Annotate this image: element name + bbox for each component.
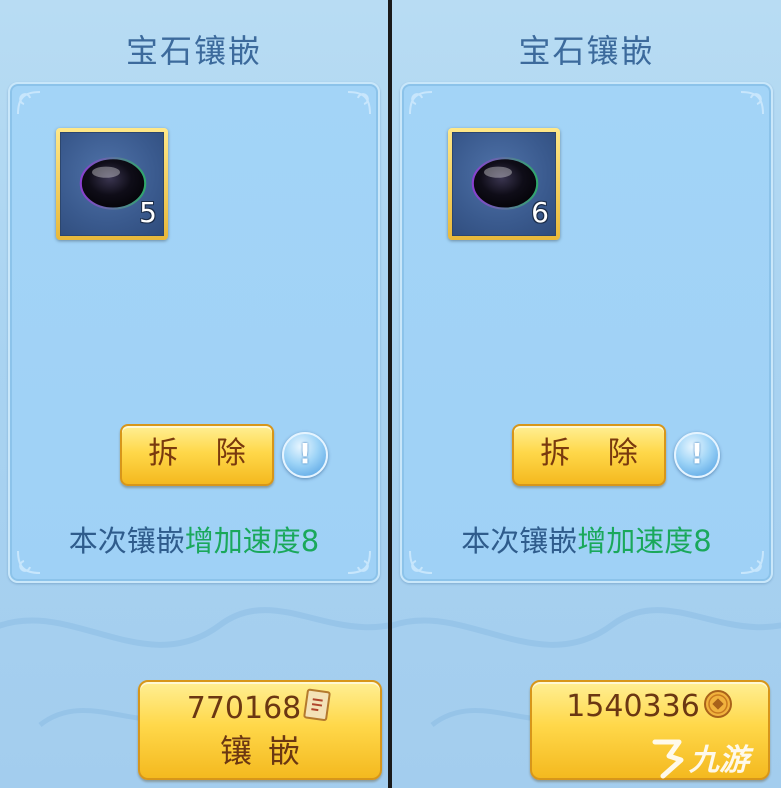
remove-gem-button[interactable]: 拆 除 <box>120 424 274 486</box>
panel-title: 宝石镶嵌 <box>125 32 262 70</box>
corner-ornament-icon <box>347 91 371 115</box>
remove-gem-button[interactable]: 拆 除 <box>512 424 666 486</box>
gem-slot[interactable]: 5 <box>56 128 168 240</box>
inlay-cost: 1540336 <box>532 688 768 724</box>
gem-slot[interactable]: 6 <box>448 128 560 240</box>
effect-prefix: 本次镶嵌 <box>68 524 185 558</box>
effect-prefix: 本次镶嵌 <box>461 524 578 558</box>
jiuyou-logo-icon: 九游 <box>652 739 754 779</box>
info-exclamation-icon[interactable]: ! <box>674 432 720 478</box>
inlay-button-label: 镶嵌 <box>219 732 316 770</box>
corner-ornament-icon <box>17 91 41 115</box>
left-panel: 宝石镶嵌 5 拆 除 ! 本次镶嵌增加速度8 770168 镶嵌 <box>0 0 388 788</box>
gem-level-count: 5 <box>139 196 157 229</box>
scroll-coupon-icon <box>303 688 331 721</box>
inlay-button[interactable]: 770168 镶嵌 <box>138 680 382 780</box>
info-exclamation-icon[interactable]: ! <box>282 432 328 478</box>
right-panel: 宝石镶嵌 6 拆 除 ! 本次镶嵌增加速度8 1540336 九游 <box>392 0 781 788</box>
gem-socket-card: 6 拆 除 ! 本次镶嵌增加速度8 <box>400 82 773 583</box>
corner-ornament-icon <box>409 91 433 115</box>
cost-amount: 1540336 <box>566 689 700 724</box>
corner-ornament-icon <box>740 91 764 115</box>
inlay-effect-text: 本次镶嵌增加速度8 <box>10 518 378 560</box>
copper-coin-icon <box>703 690 732 718</box>
effect-bonus: 增加速度8 <box>577 524 712 558</box>
panel-title: 宝石镶嵌 <box>518 32 655 70</box>
cost-amount: 770168 <box>186 691 302 726</box>
inlay-effect-text: 本次镶嵌增加速度8 <box>402 518 771 560</box>
inlay-cost: 770168 <box>140 688 380 726</box>
gem-level-count: 6 <box>531 196 549 229</box>
gem-socket-card: 5 拆 除 ! 本次镶嵌增加速度8 <box>8 82 380 583</box>
effect-bonus: 增加速度8 <box>184 524 320 558</box>
watermark-text: 九游 <box>688 743 754 778</box>
